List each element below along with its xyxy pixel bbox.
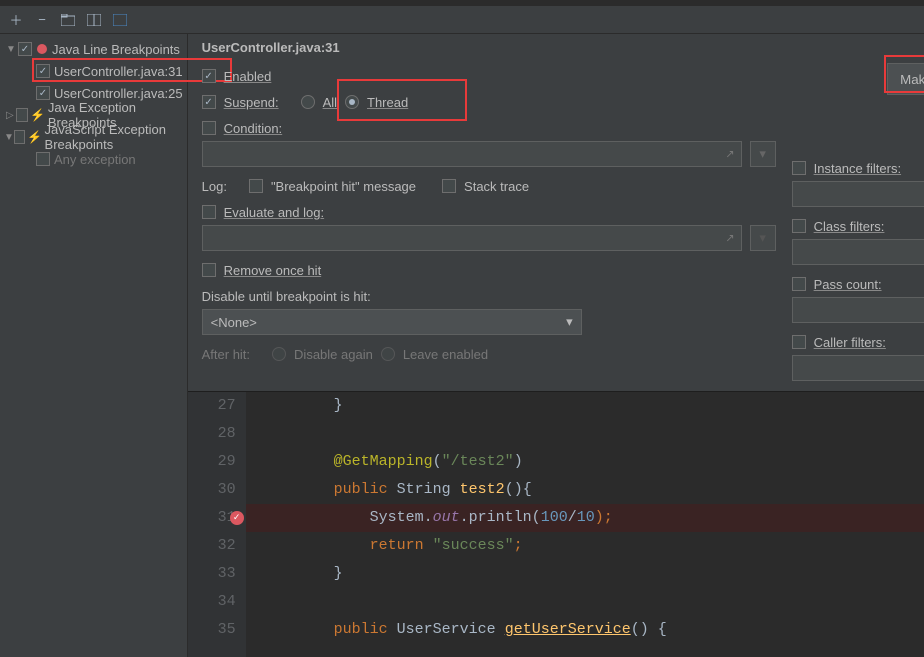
pass-count-label: Pass count: xyxy=(814,277,882,292)
eval-log-input[interactable]: ↗ xyxy=(202,225,742,251)
tree-group-js-exception[interactable]: ▼ ⚡ JavaScript Exception Breakpoints xyxy=(0,126,187,148)
thread-label: Thread xyxy=(367,95,408,110)
disable-again-label: Disable again xyxy=(294,347,373,362)
instance-filters-checkbox[interactable] xyxy=(792,161,806,175)
code-line: return "success"; xyxy=(262,532,924,560)
chevron-down-icon: ▾ xyxy=(566,314,573,330)
checkbox[interactable] xyxy=(36,86,50,100)
class-filters-checkbox[interactable] xyxy=(792,219,806,233)
expand-arrow-icon[interactable]: ▼ xyxy=(4,44,18,55)
exception-icon: ⚡ xyxy=(32,109,44,121)
group-icon[interactable] xyxy=(86,12,102,28)
instance-filters-label: Instance filters: xyxy=(814,161,901,176)
enabled-label: Enabled xyxy=(224,69,272,84)
checkbox[interactable] xyxy=(18,42,32,56)
add-icon[interactable]: ＋ xyxy=(8,12,24,28)
pass-count-input[interactable] xyxy=(792,297,924,323)
condition-dropdown-btn[interactable]: ▾ xyxy=(750,141,776,167)
checkbox[interactable] xyxy=(36,64,50,78)
code-line: public UserService getUserService() { xyxy=(262,616,924,644)
tree-item-uc31[interactable]: UserController.java:31 xyxy=(0,60,187,82)
eval-log-label: Evaluate and log: xyxy=(224,205,324,220)
breakpoint-icon xyxy=(36,43,48,55)
stack-trace-checkbox[interactable] xyxy=(442,179,456,193)
remove-once-label: Remove once hit xyxy=(224,263,322,278)
suspend-thread-radio[interactable] xyxy=(345,95,359,109)
gutter: 27 28 29 30 31 32 33 34 35 xyxy=(188,392,246,657)
eval-log-dropdown-btn[interactable]: ▾ xyxy=(750,225,776,251)
expand-arrow-icon[interactable]: ▼ xyxy=(4,132,14,143)
condition-input[interactable]: ↗ xyxy=(202,141,742,167)
after-hit-label: After hit: xyxy=(202,347,250,362)
gutter-line[interactable]: 33 xyxy=(188,560,236,588)
bp-hit-checkbox[interactable] xyxy=(249,179,263,193)
group-label: Java Line Breakpoints xyxy=(52,42,180,57)
remove-once-checkbox[interactable] xyxy=(202,263,216,277)
make-default-button[interactable]: Make Default xyxy=(887,63,924,95)
gutter-line[interactable]: 28 xyxy=(188,420,236,448)
item-label: UserController.java:25 xyxy=(54,86,183,101)
class-filters-label: Class filters: xyxy=(814,219,885,234)
bp-hit-label: "Breakpoint hit" message xyxy=(271,179,416,194)
code-lines[interactable]: } @GetMapping("/test2") public String te… xyxy=(246,392,924,657)
item-label: UserController.java:31 xyxy=(54,64,183,79)
disable-again-radio[interactable] xyxy=(272,347,286,361)
class-filters-input[interactable]: 🗀 xyxy=(792,239,924,265)
pass-count-checkbox[interactable] xyxy=(792,277,806,291)
caller-filters-label: Caller filters: xyxy=(814,335,886,350)
code-line: public String test2(){ xyxy=(262,476,924,504)
breakpoint-detail-panel: UserController.java:31 Enabled Suspend: … xyxy=(188,34,924,391)
disable-until-label: Disable until breakpoint is hit: xyxy=(202,289,371,304)
breakpoint-gutter-icon[interactable] xyxy=(230,511,244,525)
gutter-line[interactable]: 35 xyxy=(188,616,236,644)
expand-icon[interactable]: ↗ xyxy=(725,232,734,245)
dropdown-value: <None> xyxy=(211,315,257,330)
instance-filters-input[interactable] xyxy=(792,181,924,207)
folder-icon[interactable] xyxy=(60,12,76,28)
gutter-line[interactable]: 27 xyxy=(188,392,236,420)
caller-filters-checkbox[interactable] xyxy=(792,335,806,349)
exception-icon: ⚡ xyxy=(29,131,41,143)
suspend-label: Suspend: xyxy=(224,95,279,110)
gutter-line[interactable]: 32 xyxy=(188,532,236,560)
breakpoint-title: UserController.java:31 xyxy=(202,40,924,55)
breakpoints-tree: ▼ Java Line Breakpoints UserController.j… xyxy=(0,34,188,657)
code-line: } xyxy=(262,560,924,588)
gutter-line-bp[interactable]: 31 xyxy=(188,504,236,532)
stack-trace-label: Stack trace xyxy=(464,179,529,194)
gutter-line[interactable]: 30 xyxy=(188,476,236,504)
code-line xyxy=(262,420,924,448)
code-line xyxy=(262,588,924,616)
expand-arrow-icon[interactable]: ▷ xyxy=(4,110,16,121)
leave-enabled-label: Leave enabled xyxy=(403,347,488,362)
code-line: @GetMapping("/test2") xyxy=(262,448,924,476)
condition-label: Condition: xyxy=(224,121,283,136)
checkbox[interactable] xyxy=(36,152,50,166)
log-label: Log: xyxy=(202,179,227,194)
leave-enabled-radio[interactable] xyxy=(381,347,395,361)
tree-item-any-exception[interactable]: Any exception xyxy=(0,148,187,170)
remove-icon[interactable]: − xyxy=(34,12,50,28)
caller-filters-input[interactable]: 🗀 xyxy=(792,355,924,381)
code-line-breakpoint: System.out.println(100/10); xyxy=(246,504,924,532)
item-label: Any exception xyxy=(54,152,136,167)
eval-log-checkbox[interactable] xyxy=(202,205,216,219)
enabled-checkbox[interactable] xyxy=(202,69,216,83)
gutter-line[interactable]: 34 xyxy=(188,588,236,616)
suspend-all-radio[interactable] xyxy=(301,95,315,109)
code-line: } xyxy=(262,392,924,420)
tree-group-java-line[interactable]: ▼ Java Line Breakpoints xyxy=(0,38,187,60)
gutter-line[interactable]: 29 xyxy=(188,448,236,476)
condition-checkbox[interactable] xyxy=(202,121,216,135)
suspend-checkbox[interactable] xyxy=(202,95,216,109)
code-preview: 27 28 29 30 31 32 33 34 35 } @GetMapping… xyxy=(188,391,924,657)
all-label: All xyxy=(323,95,337,110)
checkbox[interactable] xyxy=(14,130,25,144)
disable-until-dropdown[interactable]: <None> ▾ xyxy=(202,309,582,335)
checkbox[interactable] xyxy=(16,108,28,122)
view-icon[interactable] xyxy=(112,12,128,28)
expand-icon[interactable]: ↗ xyxy=(725,148,734,161)
breakpoints-toolbar: ＋ − xyxy=(0,6,924,34)
